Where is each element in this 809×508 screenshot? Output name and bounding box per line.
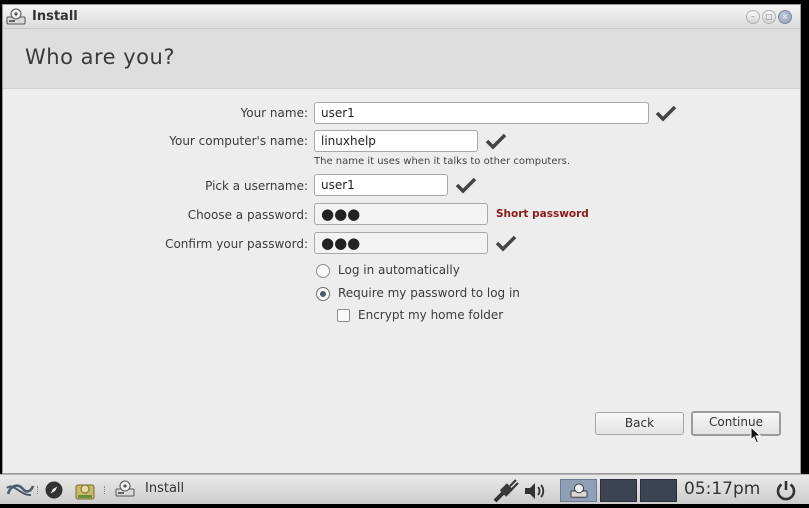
- installer-icon: [570, 483, 588, 498]
- confirm-password-label: Confirm your password:: [165, 237, 308, 251]
- installer-window: Install – □ × Who are you? Your name: us…: [2, 4, 801, 474]
- window-controls: – □ ×: [746, 10, 792, 24]
- name-label: Your name:: [240, 106, 308, 120]
- taskbar: Install 05:17pm: [0, 474, 809, 504]
- menu-icon[interactable]: [5, 480, 35, 500]
- computer-name-label: Your computer's name:: [169, 134, 308, 148]
- compass-icon[interactable]: [44, 480, 64, 500]
- require-password-radio[interactable]: [316, 287, 330, 301]
- separator: [37, 486, 39, 494]
- checkmark-icon: [485, 133, 507, 150]
- taskbar-item-install[interactable]: Install: [145, 481, 184, 496]
- password-field[interactable]: ●●●: [314, 203, 488, 225]
- encrypt-home-label[interactable]: Encrypt my home folder: [358, 308, 503, 322]
- minimize-button[interactable]: –: [746, 10, 760, 24]
- volume-icon[interactable]: [523, 481, 549, 501]
- login-automatically-label[interactable]: Log in automatically: [338, 263, 460, 277]
- password-label: Choose a password:: [187, 208, 308, 222]
- workspace-3[interactable]: [640, 479, 677, 502]
- name-field[interactable]: user1: [314, 102, 649, 124]
- close-button[interactable]: ×: [778, 10, 792, 24]
- power-icon[interactable]: [775, 479, 797, 501]
- page-title: Who are you?: [25, 45, 175, 69]
- workspace-2[interactable]: [600, 479, 637, 502]
- back-button[interactable]: Back: [595, 412, 684, 435]
- computer-name-hint: The name it uses when it talks to other …: [314, 156, 571, 167]
- checkmark-icon: [655, 105, 677, 122]
- separator: [104, 486, 106, 494]
- encrypt-home-checkbox[interactable]: [337, 309, 350, 322]
- maximize-button[interactable]: □: [762, 10, 776, 24]
- workspace-1[interactable]: [560, 479, 597, 502]
- installer-icon: [6, 8, 26, 25]
- installer-icon: [115, 480, 135, 497]
- require-password-label[interactable]: Require my password to log in: [338, 286, 520, 300]
- network-icon[interactable]: [491, 478, 519, 504]
- login-automatically-radio[interactable]: [316, 264, 330, 278]
- computer-name-field[interactable]: linuxhelp: [314, 130, 478, 152]
- title-bar[interactable]: Install – □ ×: [3, 5, 800, 29]
- confirm-password-field[interactable]: ●●●: [314, 232, 488, 254]
- user-folder-icon[interactable]: [74, 479, 96, 501]
- username-field[interactable]: user1: [314, 174, 448, 196]
- mouse-cursor-icon: [750, 426, 762, 444]
- username-label: Pick a username:: [205, 179, 308, 193]
- window-title: Install: [32, 9, 78, 24]
- clock[interactable]: 05:17pm: [684, 479, 760, 499]
- page-header: Who are you?: [3, 29, 800, 89]
- password-strength-label: Short password: [496, 208, 589, 220]
- continue-button[interactable]: Continue: [691, 411, 781, 436]
- checkmark-icon: [495, 235, 517, 252]
- checkmark-icon: [455, 177, 477, 194]
